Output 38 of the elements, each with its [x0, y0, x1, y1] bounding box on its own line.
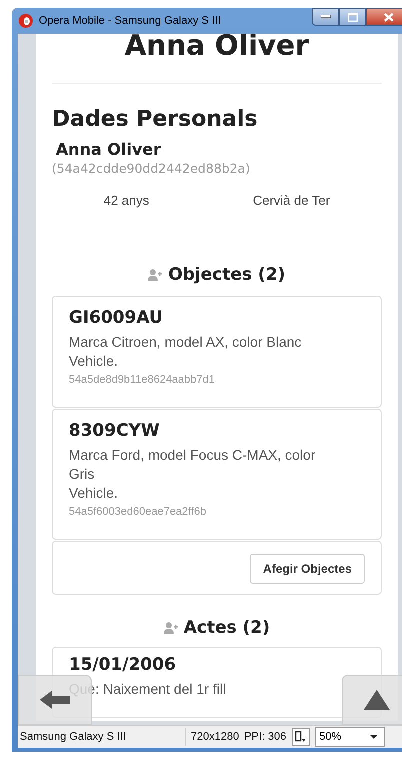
- zoom-dropdown[interactable]: 50%: [314, 727, 385, 747]
- person-place: Cervià de Ter: [253, 192, 330, 210]
- section-title: Dades Personals: [52, 106, 259, 134]
- add-objects-button[interactable]: Afegir Objectes: [250, 554, 365, 584]
- maximize-button[interactable]: [339, 8, 366, 26]
- person-age: 42 anys: [104, 192, 150, 210]
- screen-resolution: 720x1280: [191, 731, 240, 743]
- close-icon: [384, 12, 394, 22]
- object-id: 54a5f6003ed60eae7ea2ff6b: [69, 505, 208, 520]
- add-user-icon: [164, 622, 178, 634]
- object-description: Marca Citroen, model AX, color Blanc: [69, 333, 303, 352]
- object-description: Marca Ford, model Focus C-MAX, color Gris: [69, 446, 317, 484]
- add-user-icon: [148, 269, 162, 281]
- dropdown-caret-icon: [370, 735, 378, 739]
- object-type: Vehicle.: [69, 352, 120, 371]
- minimize-button[interactable]: [312, 8, 339, 26]
- objects-title: Objectes (2): [168, 264, 286, 286]
- back-arrow-icon: [40, 690, 70, 710]
- minimize-icon: [320, 15, 330, 19]
- object-type: Vehicle.: [69, 484, 120, 503]
- page-heading: Anna Oliver: [124, 34, 310, 62]
- act-title: 15/01/2006: [69, 654, 178, 676]
- screen-ppi: PPI: 306: [244, 731, 287, 743]
- object-title: GI6009AU: [69, 307, 164, 329]
- up-triangle-icon: [364, 690, 390, 710]
- person-id: (54a42cdde90dd2442ed88b2a): [52, 160, 252, 178]
- rotate-button[interactable]: [292, 728, 310, 746]
- opera-logo-icon: [18, 13, 34, 29]
- window-title: Opera Mobile - Samsung Galaxy S III: [39, 15, 222, 27]
- object-id: 54a5de8d9b11e8624aabb7d1: [69, 373, 216, 388]
- acts-title: Actes (2): [184, 617, 270, 639]
- device-name: Samsung Galaxy S III: [20, 731, 128, 743]
- maximize-icon: [348, 12, 358, 22]
- rotate-device-icon: [294, 731, 307, 743]
- object-title: 8309CYW: [69, 420, 161, 442]
- person-name: Anna Oliver: [56, 140, 162, 160]
- close-button[interactable]: [366, 8, 402, 26]
- scroll-top-button[interactable]: [342, 675, 402, 725]
